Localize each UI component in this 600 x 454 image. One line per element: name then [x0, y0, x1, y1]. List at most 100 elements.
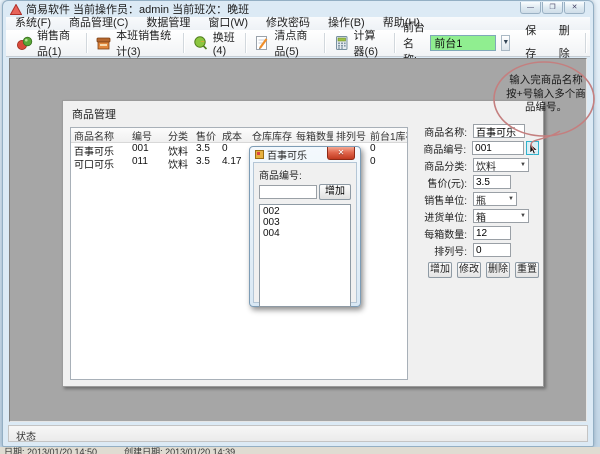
per-box-qty-field[interactable]	[473, 226, 511, 240]
col-product-name[interactable]: 商品名称	[71, 128, 129, 142]
mouse-cursor-icon	[529, 143, 539, 155]
toolbar: 销售商品(1) 本班销售统计(3) 换班(4)	[6, 30, 590, 57]
cell: 3.5	[193, 143, 219, 156]
toolbar-count-goods-button[interactable]: 清点商品(5)	[246, 32, 322, 55]
toolbar-label: 清点商品(5)	[274, 27, 315, 59]
toolbar-calculator-button[interactable]: 计算器(6)	[326, 32, 394, 55]
price-field[interactable]	[473, 175, 511, 189]
cell: 3.5	[193, 156, 219, 169]
col-code[interactable]: 编号	[129, 128, 165, 142]
chevron-down-icon: ▼	[508, 196, 514, 202]
clipped-dates-text: 日期: 2013/01/20 14:50 创建日期: 2013/01/20 14…	[0, 447, 600, 454]
toolbar-separator	[183, 33, 184, 53]
col-price[interactable]: 售价	[193, 128, 219, 142]
close-icon: ✕	[338, 148, 345, 157]
dialog-title: 百事可乐	[267, 147, 307, 162]
station-dropdown-button[interactable]: ▼	[501, 35, 510, 51]
main-window: 简易软件 当前操作员：admin 当前班次：晚班 — ❐ ✕ 系统(F) 商品管…	[2, 0, 594, 447]
product-name-label: 商品名称:	[415, 124, 467, 139]
select-value: 箱	[476, 209, 486, 224]
toolbar-label: 销售商品(1)	[37, 27, 78, 59]
window-title: 简易软件 当前操作员：admin 当前班次：晚班	[26, 1, 249, 17]
cell: 饮料	[165, 143, 193, 156]
list-item[interactable]: 002	[260, 206, 350, 217]
maximize-button[interactable]: ❐	[542, 2, 563, 14]
toolbar-separator	[86, 33, 87, 53]
dialog-code-list[interactable]: 002 003 004	[259, 204, 351, 307]
titlebar[interactable]: 简易软件 当前操作员：admin 当前班次：晚班 — ❐ ✕	[3, 1, 593, 17]
per-box-qty-label: 每箱数量:	[415, 226, 467, 241]
app-logo-icon	[10, 4, 22, 15]
toolbar-sell-goods-button[interactable]: 销售商品(1)	[9, 32, 85, 55]
dialog-code-label: 商品编号:	[259, 167, 351, 182]
shift-change-lollipop-icon	[192, 35, 209, 51]
list-item[interactable]: 003	[260, 217, 350, 228]
dialog-app-icon	[255, 150, 264, 159]
calculator-icon	[333, 35, 350, 51]
cell: 饮料	[165, 156, 193, 169]
cell: 0	[367, 156, 408, 169]
sort-no-field[interactable]	[473, 243, 511, 257]
dialog-close-button[interactable]: ✕	[327, 147, 355, 160]
sale-unit-select[interactable]: 瓶 ▼	[473, 192, 517, 206]
purchase-unit-label: 进货单位:	[415, 209, 467, 224]
product-form-panel: 商品名称: 商品编号: 商品分类: 饮料 ▼	[415, 124, 539, 278]
toolbar-label: 本班销售统计(3)	[116, 27, 175, 59]
purchase-unit-select[interactable]: 箱 ▼	[473, 209, 529, 223]
select-value: 瓶	[476, 192, 486, 207]
col-warehouse-stock[interactable]: 仓库库存	[249, 128, 293, 142]
toolbar-separator	[245, 33, 246, 53]
cell: 0	[367, 143, 408, 156]
col-category[interactable]: 分类	[165, 128, 193, 142]
col-front1-stock[interactable]: 前台1库存	[367, 128, 408, 142]
product-name-field[interactable]	[473, 124, 525, 138]
clipped-background-window: 日期: 2013/01/20 14:50 创建日期: 2013/01/20 14…	[0, 447, 600, 454]
sale-unit-label: 销售单位:	[415, 192, 467, 207]
sort-no-label: 排列号:	[415, 243, 467, 258]
toolbar-label: 计算器(6)	[354, 27, 387, 59]
station-name-group: 前台名称: ▼	[396, 32, 517, 55]
col-cost[interactable]: 成本	[219, 128, 249, 142]
chevron-down-icon: ▼	[502, 39, 509, 46]
chevron-down-icon: ▼	[520, 162, 526, 168]
toolbar-label: 换班(4)	[213, 29, 237, 57]
form-modify-button[interactable]: 修改	[457, 262, 481, 278]
product-category-select[interactable]: 饮料 ▼	[473, 158, 529, 172]
status-bar: 状态	[8, 425, 588, 442]
cell: 0	[219, 143, 249, 156]
status-label: 状态	[16, 432, 36, 443]
cell: 001	[129, 143, 165, 156]
toolbar-separator	[394, 33, 395, 53]
chevron-down-icon: ▼	[520, 213, 526, 219]
cell: 可口可乐	[71, 156, 129, 169]
product-code-label: 商品编号:	[415, 141, 466, 156]
mdi-client-area: 商品管理 商品名称 编号 分类 售价 成本 仓库库存 每箱数量 排列号 前台1库…	[9, 58, 587, 422]
cell: 011	[129, 156, 165, 169]
minimize-button[interactable]: —	[520, 2, 541, 14]
product-code-field[interactable]	[472, 141, 524, 155]
toolbar-shift-stats-button[interactable]: 本班销售统计(3)	[88, 32, 182, 55]
price-label: 售价(元):	[415, 175, 467, 190]
product-codes-dialog: 百事可乐 ✕ 商品编号: 增加 002 003 004	[249, 146, 361, 307]
dialog-titlebar[interactable]: 百事可乐 ✕	[250, 147, 360, 162]
dialog-body: 商品编号: 增加 002 003 004	[253, 162, 357, 303]
dialog-add-button[interactable]: 增加	[319, 184, 351, 200]
list-item[interactable]: 004	[260, 228, 350, 239]
close-button[interactable]: ✕	[564, 2, 585, 14]
dialog-code-input[interactable]	[259, 185, 317, 199]
toolbar-separator	[585, 33, 586, 53]
product-category-label: 商品分类:	[415, 158, 467, 173]
toolbar-change-shift-button[interactable]: 换班(4)	[185, 32, 244, 55]
station-name-input[interactable]	[430, 35, 496, 51]
form-reset-button[interactable]: 重置	[515, 262, 539, 278]
form-add-button[interactable]: 增加	[428, 262, 452, 278]
col-sort-no[interactable]: 排列号	[333, 128, 367, 142]
toolbar-separator	[324, 33, 325, 53]
cell: 4.17	[219, 156, 249, 169]
select-value: 饮料	[476, 158, 496, 173]
form-delete-button[interactable]: 删除	[486, 262, 510, 278]
cell: 百事可乐	[71, 143, 129, 156]
col-per-box-qty[interactable]: 每箱数量	[293, 128, 333, 142]
inventory-check-pencil-icon	[253, 35, 270, 51]
add-code-plus-button[interactable]	[526, 141, 539, 155]
